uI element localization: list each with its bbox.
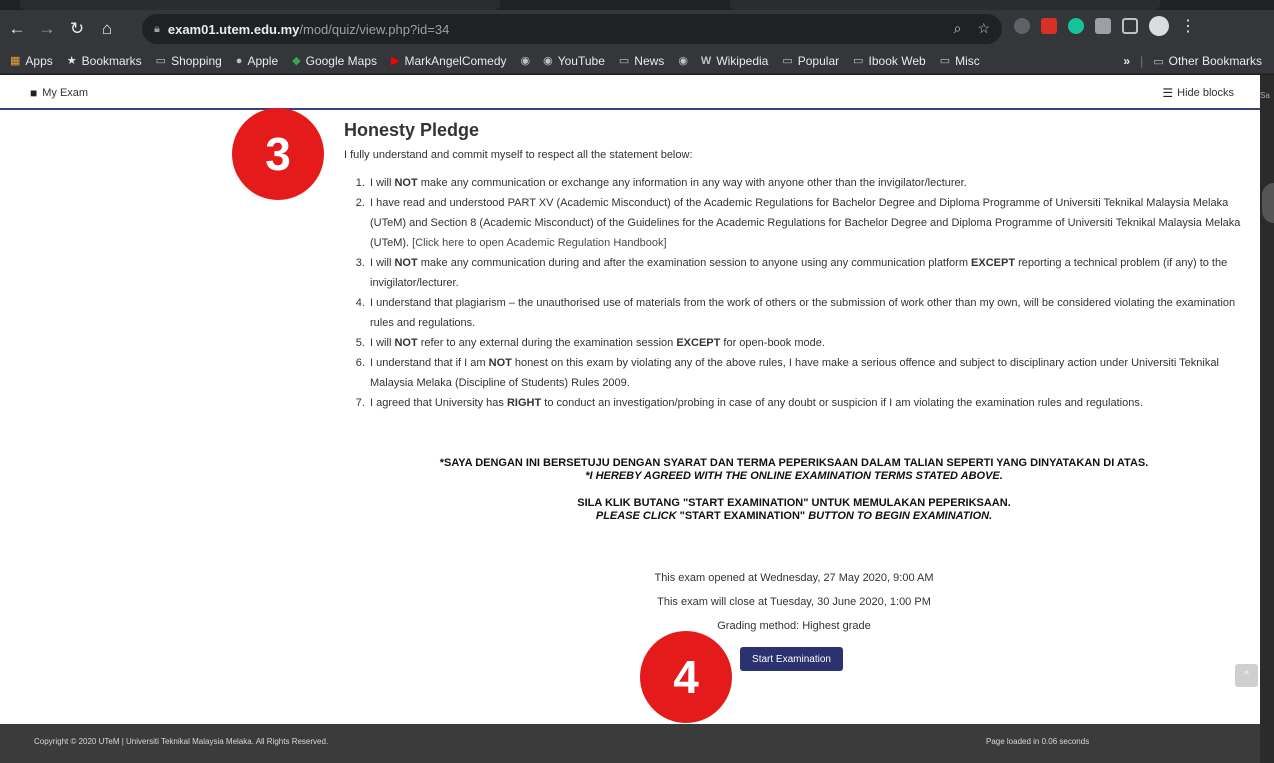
folder-icon: ▭: [939, 55, 951, 67]
chevron-up-icon: ^: [1244, 670, 1249, 681]
step-badge-4: 4: [640, 631, 732, 723]
bookmark-globe[interactable]: ◉: [678, 54, 693, 67]
pledge-item: I agreed that University has RIGHT to co…: [368, 393, 1244, 413]
hide-blocks-button[interactable]: ☰ Hide blocks: [1162, 86, 1234, 100]
pledge-item: I will NOT refer to any external during …: [368, 333, 1244, 353]
quiz-open-time: This exam opened at Wednesday, 27 May 20…: [654, 572, 934, 584]
moodle-navbar: ■ My Exam ☰ Hide blocks: [0, 75, 1260, 110]
pledge-section: Honesty Pledge I fully understand and co…: [344, 120, 1244, 413]
folder-icon: ▭: [782, 55, 793, 67]
apps-grid-icon: ▦: [10, 55, 21, 67]
bookmark-globe[interactable]: ◉: [521, 54, 536, 67]
background-window-edge: Sa: [1260, 75, 1274, 763]
my-exam-link[interactable]: ■ My Exam: [30, 86, 88, 100]
grading-method: Grading method: Highest grade: [717, 620, 871, 632]
agreement-line-english: *I HEREBY AGREED WITH THE ONLINE EXAMINA…: [585, 470, 1003, 482]
agreement-line-malay: *SAYA DENGAN INI BERSETUJU DENGAN SYARAT…: [439, 457, 1149, 469]
bookmarks-bar: ▦ Apps ★ Bookmarks ▭ Shopping ● Apple ◆ Googl…: [0, 48, 1274, 74]
briefcase-icon: ■: [30, 86, 38, 100]
folder-icon: ▭: [155, 55, 167, 67]
pledge-item: I have read and understood PART XV (Acad…: [368, 193, 1244, 253]
menu-dots-icon[interactable]: ⋮: [1180, 16, 1196, 36]
agreement-notice: *SAYA DENGAN INI BERSETUJU DENGAN SYARAT…: [344, 457, 1244, 523]
globe-icon: ◉: [678, 55, 688, 67]
pledge-item: I understand that if I am NOT honest on …: [368, 353, 1244, 393]
url-path: /mod/quiz/view.php?id=34: [299, 21, 450, 37]
bookmark-popular[interactable]: ▭ Popular: [782, 54, 839, 68]
lock-icon: 🔒︎: [154, 22, 160, 35]
bookmark-apps[interactable]: ▦ Apps: [10, 54, 53, 68]
folder-icon: ▭: [853, 55, 864, 67]
extensions-area: ⋮: [1014, 16, 1196, 36]
footer: Copyright © 2020 UTeM | Universiti Tekni…: [0, 724, 1260, 763]
bookmark-apple[interactable]: ● Apple: [236, 54, 278, 68]
pledge-list: I will NOT make any communication or exc…: [344, 173, 1244, 413]
extension-icon[interactable]: [1095, 18, 1111, 34]
start-examination-button[interactable]: Start Examination: [740, 647, 843, 671]
pledge-item: I understand that plagiarism – the unaut…: [368, 293, 1244, 333]
forward-arrow-icon[interactable]: →: [34, 16, 60, 42]
tab-hint[interactable]: [20, 0, 500, 10]
page-title: Honesty Pledge: [344, 120, 480, 140]
back-arrow-icon[interactable]: ←: [4, 16, 30, 42]
youtube-icon: ▶: [391, 55, 400, 67]
separator: |: [1140, 54, 1144, 68]
footer-page-loaded: Page loaded in 0.06 seconds: [986, 737, 1090, 746]
address-bar-row: ← → ↻ ⌂ 🔒︎ exam01.utem.edu.my/mod/quiz/v…: [0, 10, 1274, 48]
pledge-item: I will NOT make any communication during…: [368, 253, 1244, 293]
browser-tab-strip: [0, 0, 1274, 10]
bookmark-other-bookmarks[interactable]: ▭ Other Bookmarks: [1153, 54, 1262, 68]
window-edge-handle: [1262, 183, 1274, 223]
step-badge-3: 3: [232, 108, 324, 200]
bookmark-news[interactable]: ▭ News: [619, 54, 664, 68]
url-domain: exam01.utem.edu.my: [167, 21, 300, 37]
bookmark-google-maps[interactable]: ◆ Google Maps: [292, 54, 377, 68]
cast-icon[interactable]: [1122, 18, 1138, 34]
globe-icon: ◉: [543, 55, 553, 67]
quiz-info: This exam opened at Wednesday, 27 May 20…: [344, 566, 1244, 638]
avatar[interactable]: [1149, 16, 1169, 36]
page: ■ My Exam ☰ Hide blocks Honesty Pledge I…: [0, 75, 1260, 763]
bookmark-star-icon[interactable]: ☆: [977, 20, 990, 37]
bookmark-shopping[interactable]: ▭ Shopping: [156, 54, 222, 68]
bookmark-wikipedia[interactable]: W Wikipedia: [701, 54, 768, 68]
instruction-line-malay: SILA KLIK BUTANG "START EXAMINATION" UNT…: [577, 497, 1011, 509]
academic-regulation-link[interactable]: [Click here to open Academic Regulation …: [412, 237, 666, 249]
extension-icon[interactable]: [1014, 18, 1030, 34]
list-icon: ☰: [1162, 86, 1174, 100]
bookmark-youtube[interactable]: ◉ YouTube: [543, 54, 605, 68]
extension-icon[interactable]: [1041, 18, 1057, 34]
reload-icon[interactable]: ↻: [64, 16, 90, 42]
star-icon: ★: [66, 55, 77, 67]
bookmark-misc[interactable]: ▭ Misc: [940, 54, 980, 68]
scroll-to-top-button[interactable]: ^: [1235, 664, 1258, 687]
pledge-item: I will NOT make any communication or exc…: [368, 173, 1244, 193]
address-bar[interactable]: 🔒︎ exam01.utem.edu.my/mod/quiz/view.php?…: [142, 14, 1002, 44]
bookmarks-overflow-button[interactable]: »: [1123, 54, 1130, 68]
zoom-icon[interactable]: ⌕: [954, 20, 962, 37]
globe-icon: ◉: [520, 55, 531, 67]
maps-pin-icon: ◆: [292, 55, 301, 67]
tab-hint[interactable]: [730, 0, 1160, 10]
bookmark-ibook-web[interactable]: ▭ Ibook Web: [853, 54, 926, 68]
grammarly-icon[interactable]: [1068, 18, 1084, 34]
instruction-line-english: PLEASE CLICK "START EXAMINATION" BUTTON …: [595, 510, 993, 522]
bookmark-bookmarks[interactable]: ★ Bookmarks: [67, 54, 142, 68]
folder-icon: ▭: [618, 55, 630, 67]
folder-icon: ▭: [1153, 55, 1164, 68]
home-icon[interactable]: ⌂: [94, 16, 120, 42]
apple-icon: ●: [235, 54, 243, 67]
bookmark-markangelcomedy[interactable]: ▶ MarkAngelComedy: [391, 54, 507, 68]
quiz-close-time: This exam will close at Tuesday, 30 June…: [657, 596, 931, 608]
wikipedia-icon: W: [700, 54, 712, 67]
footer-copyright: Copyright © 2020 UTeM | Universiti Tekni…: [34, 737, 329, 746]
pledge-intro: I fully understand and commit myself to …: [344, 149, 693, 161]
